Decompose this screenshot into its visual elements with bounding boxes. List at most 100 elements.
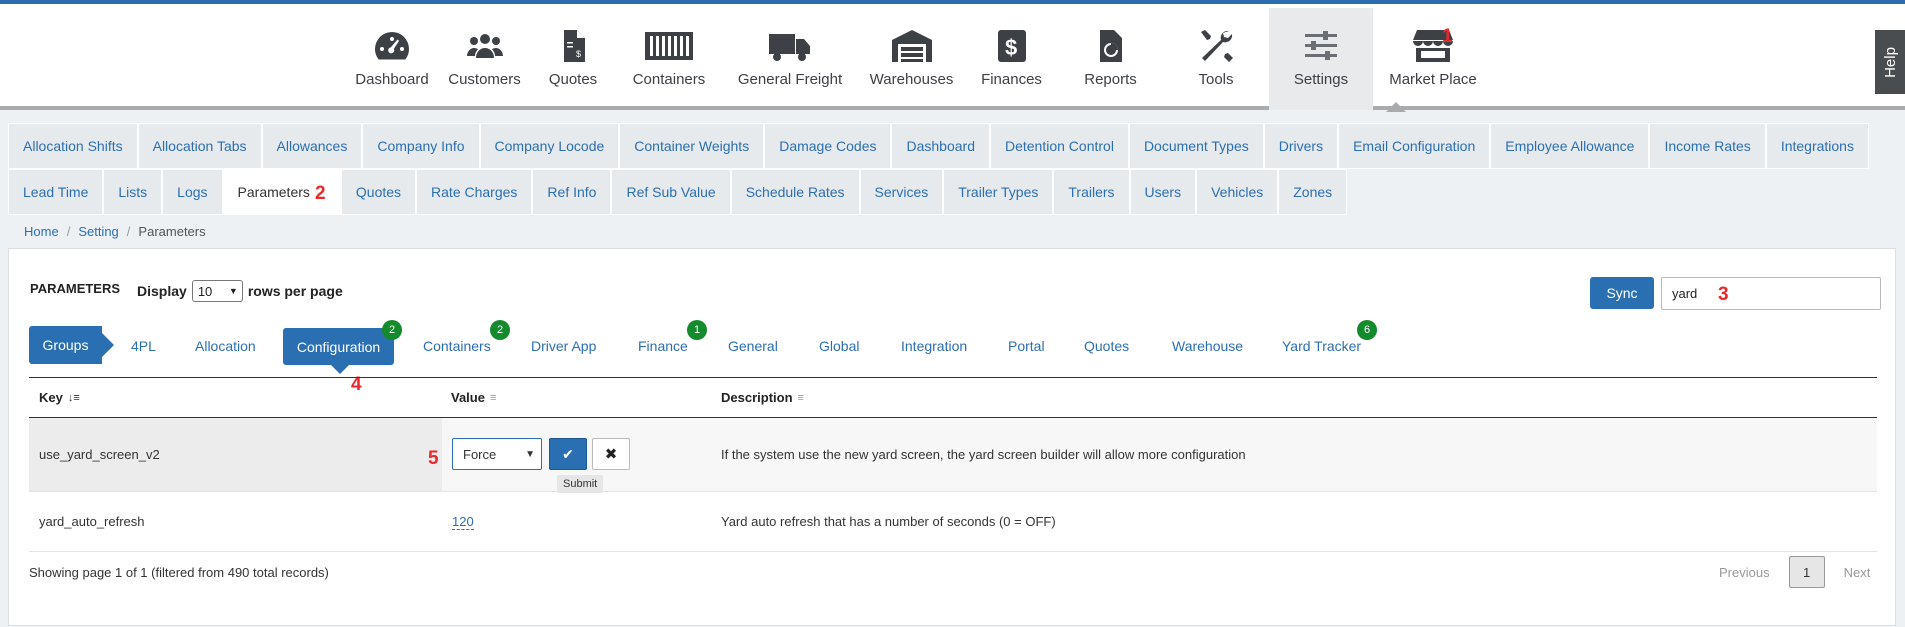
nav-warehouses[interactable]: Warehouses bbox=[858, 8, 965, 110]
group-tab-containers[interactable]: Containers bbox=[423, 338, 491, 354]
annotation-marker-3: 3 bbox=[1718, 284, 1729, 305]
container-icon bbox=[645, 32, 693, 60]
display-label: Display bbox=[137, 283, 187, 299]
tab-allowances[interactable]: Allowances bbox=[261, 123, 363, 169]
cancel-button[interactable]: ✖ bbox=[592, 438, 630, 470]
tab-users[interactable]: Users bbox=[1129, 169, 1197, 215]
nav-general-freight[interactable]: General Freight bbox=[722, 8, 858, 110]
nav-containers[interactable]: Containers bbox=[616, 8, 722, 110]
col-header-key[interactable]: Key ↓≡ bbox=[39, 390, 80, 405]
tab-trailer-types[interactable]: Trailer Types bbox=[943, 169, 1054, 215]
rows-suffix-label: rows per page bbox=[247, 283, 343, 299]
tab-dashboard[interactable]: Dashboard bbox=[891, 123, 990, 169]
group-tab-global[interactable]: Global bbox=[819, 338, 859, 354]
nav-customers[interactable]: Customers bbox=[439, 8, 530, 110]
chevron-down-icon: ▼ bbox=[228, 286, 238, 296]
tab-email-configuration[interactable]: Email Configuration bbox=[1338, 123, 1491, 169]
nav-label: Warehouses bbox=[869, 71, 954, 88]
tab-income-rates[interactable]: Income Rates bbox=[1649, 123, 1766, 169]
row-key: use_yard_screen_v2 bbox=[29, 418, 442, 491]
close-icon: ✖ bbox=[604, 446, 618, 463]
tab-allocation-tabs[interactable]: Allocation Tabs bbox=[137, 123, 262, 169]
nav-quotes[interactable]: $ Quotes bbox=[530, 8, 616, 110]
tab-lead-time[interactable]: Lead Time bbox=[8, 169, 104, 215]
nav-dashboard[interactable]: Dashboard bbox=[345, 8, 439, 110]
breadcrumb-separator: / bbox=[126, 223, 131, 239]
tab-ref-sub-value[interactable]: Ref Sub Value bbox=[611, 169, 731, 215]
nav-finances[interactable]: $ Finances bbox=[965, 8, 1058, 110]
value-edit-select[interactable]: Force ▼ bbox=[452, 438, 542, 470]
gauge-icon bbox=[375, 32, 409, 60]
tab-company-info[interactable]: Company Info bbox=[362, 123, 480, 169]
page-1-button[interactable]: 1 bbox=[1788, 556, 1825, 588]
nav-settings[interactable]: Settings bbox=[1269, 8, 1373, 110]
tab-rate-charges[interactable]: Rate Charges bbox=[416, 169, 533, 215]
sort-icon: ≡ bbox=[797, 391, 804, 404]
tools-icon bbox=[1201, 30, 1233, 62]
tab-trailers[interactable]: Trailers bbox=[1053, 169, 1130, 215]
tab-vehicles[interactable]: Vehicles bbox=[1196, 169, 1279, 215]
sync-button[interactable]: Sync bbox=[1590, 277, 1654, 309]
tab-employee-allowance[interactable]: Employee Allowance bbox=[1490, 123, 1650, 169]
previous-page-button[interactable]: Previous bbox=[1719, 565, 1770, 580]
nav-reports[interactable]: Reports bbox=[1058, 8, 1163, 110]
nav-market-place[interactable]: Market Place bbox=[1373, 8, 1493, 110]
tab-zones[interactable]: Zones bbox=[1278, 169, 1348, 215]
group-tab-quotes[interactable]: Quotes bbox=[1084, 338, 1129, 354]
group-tab-allocation[interactable]: Allocation bbox=[195, 338, 256, 354]
row-value-editable-link[interactable]: 120 bbox=[452, 514, 474, 530]
group-tab-finance[interactable]: Finance bbox=[638, 338, 688, 354]
tab-lists[interactable]: Lists bbox=[103, 169, 163, 215]
settings-tab-row-1: Allocation Shifts Allocation Tabs Allowa… bbox=[8, 123, 1896, 169]
tab-drivers[interactable]: Drivers bbox=[1263, 123, 1339, 169]
groups-button[interactable]: Groups bbox=[29, 326, 114, 364]
rows-per-page-select[interactable]: 10 ▼ bbox=[191, 280, 243, 302]
svg-text:$: $ bbox=[1005, 35, 1017, 60]
group-tab-4pl[interactable]: 4PL bbox=[131, 338, 156, 354]
nav-label: Customers bbox=[448, 71, 521, 88]
tab-allocation-shifts[interactable]: Allocation Shifts bbox=[8, 123, 138, 169]
row-description: Yard auto refresh that has a number of s… bbox=[721, 514, 1056, 529]
tab-company-locode[interactable]: Company Locode bbox=[479, 123, 620, 169]
nav-label: Quotes bbox=[548, 71, 598, 88]
group-tab-general[interactable]: General bbox=[728, 338, 778, 354]
annotation-marker-1: 1 bbox=[1442, 26, 1453, 47]
tab-schedule-rates[interactable]: Schedule Rates bbox=[730, 169, 860, 215]
report-icon bbox=[1099, 30, 1122, 62]
group-tab-portal[interactable]: Portal bbox=[1008, 338, 1045, 354]
truck-icon bbox=[769, 34, 810, 61]
breadcrumb-setting[interactable]: Setting bbox=[78, 224, 118, 239]
tab-quotes[interactable]: Quotes bbox=[340, 169, 417, 215]
top-navbar: Dashboard Customers $ Quotes Containers … bbox=[0, 0, 1905, 112]
col-header-key-label: Key bbox=[39, 390, 63, 405]
submit-button[interactable]: ✔ bbox=[549, 438, 587, 470]
group-tab-warehouse[interactable]: Warehouse bbox=[1172, 338, 1243, 354]
breadcrumb-current: Parameters bbox=[138, 223, 206, 239]
help-tab[interactable]: Help bbox=[1875, 30, 1905, 94]
row-description: If the system use the new yard screen, t… bbox=[721, 447, 1246, 462]
tab-logs[interactable]: Logs bbox=[162, 169, 223, 215]
group-tab-driver-app[interactable]: Driver App bbox=[531, 338, 596, 354]
tab-document-types[interactable]: Document Types bbox=[1128, 123, 1264, 169]
col-header-description[interactable]: Description ≡ bbox=[721, 390, 804, 405]
group-tab-integration[interactable]: Integration bbox=[901, 338, 967, 354]
nav-label: Settings bbox=[1293, 71, 1349, 88]
panel-title: PARAMETERS bbox=[30, 281, 121, 296]
warehouse-icon bbox=[891, 30, 932, 62]
col-header-value[interactable]: Value ≡ bbox=[451, 390, 496, 405]
nav-tools[interactable]: Tools bbox=[1163, 8, 1269, 110]
nav-label: Market Place bbox=[1389, 71, 1477, 88]
tab-damage-codes[interactable]: Damage Codes bbox=[764, 123, 892, 169]
next-page-button[interactable]: Next bbox=[1844, 565, 1871, 580]
table-header: Key ↓≡ Value ≡ Description ≡ bbox=[29, 377, 1877, 418]
group-tab-yard-tracker[interactable]: Yard Tracker bbox=[1282, 338, 1361, 354]
tab-detention-control[interactable]: Detention Control bbox=[989, 123, 1129, 169]
tab-ref-info[interactable]: Ref Info bbox=[532, 169, 612, 215]
search-input[interactable]: yard bbox=[1661, 277, 1881, 310]
tab-integrations[interactable]: Integrations bbox=[1765, 123, 1869, 169]
group-tab-configuration[interactable]: Configuration bbox=[283, 328, 394, 374]
breadcrumb-home[interactable]: Home bbox=[24, 224, 59, 239]
tab-container-weights[interactable]: Container Weights bbox=[619, 123, 765, 169]
dollar-icon: $ bbox=[997, 30, 1026, 62]
tab-services[interactable]: Services bbox=[859, 169, 944, 215]
